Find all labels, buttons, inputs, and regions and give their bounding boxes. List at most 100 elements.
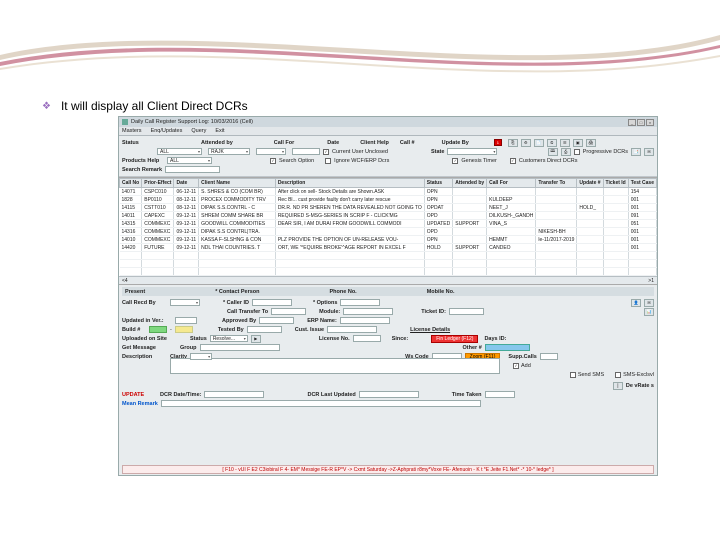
status-go-btn[interactable]: ▶: [251, 335, 261, 343]
progressive-check[interactable]: [574, 149, 580, 155]
toolbar-btn-7[interactable]: 🖨: [586, 139, 596, 147]
add-label: Add: [521, 363, 531, 369]
desc-area[interactable]: [170, 358, 500, 374]
table-row[interactable]: 14315COMMEXC09-12-11GOODWILL COMMODITIES…: [120, 220, 657, 228]
minimize-button[interactable]: _: [628, 119, 636, 126]
table-row: [120, 252, 657, 260]
sms-excl-check[interactable]: [615, 372, 621, 378]
group-input[interactable]: [200, 344, 280, 351]
table-row[interactable]: 14316COMMEXC09-12-11DIPAK S.S CONTRL|TRA…: [120, 228, 657, 236]
call-for-select[interactable]: [256, 148, 286, 155]
dcr-date-label: DCR Date/Time:: [160, 392, 201, 398]
progressive-label: Progressive DCRs: [583, 149, 628, 155]
menu-enq[interactable]: Enq/Updates: [151, 128, 183, 134]
send-sms-check[interactable]: [570, 372, 576, 378]
cust-issue-input[interactable]: [327, 326, 377, 333]
build-input-2[interactable]: [175, 326, 193, 333]
module-input[interactable]: [343, 308, 393, 315]
grid-nav-right[interactable]: >1: [648, 278, 654, 284]
state-label: State: [431, 149, 444, 155]
help-strip: [ F10 - vUI F E2 C3iobiral F 4- EM* Mess…: [122, 465, 654, 474]
license-no-input[interactable]: [353, 335, 381, 342]
table-row[interactable]: 14011CAPEXC09-12-11SHREM COMM SHARE BRRE…: [120, 212, 657, 220]
mean-remark-input[interactable]: [161, 400, 481, 407]
table-row[interactable]: 14420FUTURE09-12-11NDL THAI COUNTRIES. T…: [120, 244, 657, 252]
call-transfer-input[interactable]: [271, 308, 306, 315]
col-attby[interactable]: Attended by: [453, 179, 487, 188]
mini-btn-1[interactable]: 🕮: [548, 148, 558, 156]
erp-name-input[interactable]: [340, 317, 390, 324]
mobile-label: Mobile No.: [427, 289, 455, 295]
status2-select[interactable]: Resolve...: [210, 335, 248, 342]
footer-btn-1[interactable]: ⎮: [613, 382, 623, 390]
uploaded-label: Uploaded on Site: [122, 336, 177, 342]
table-row[interactable]: 14115CSTT01008-12-11DIPAK S.S.CONTRL - C…: [120, 204, 657, 212]
other-input[interactable]: [485, 344, 530, 351]
ver-input[interactable]: [175, 317, 197, 324]
close-button[interactable]: ×: [646, 119, 654, 126]
col-status[interactable]: Status: [424, 179, 453, 188]
mini-btn-2[interactable]: ⎙: [561, 148, 571, 156]
toolbar-btn-1[interactable]: ⎘: [508, 139, 518, 147]
products-select[interactable]: ALL: [167, 157, 212, 164]
toolbar-btn-4[interactable]: ⏲: [547, 139, 557, 147]
dcr-last-input[interactable]: [359, 391, 419, 398]
table-row[interactable]: 14010COMMEXC09-12-11KASSA F-SLSHNG & CON…: [120, 236, 657, 244]
table-header-row: Call No Prior-Effect Date Client Name De…: [120, 179, 657, 188]
alert-counter[interactable]: 1: [494, 139, 502, 146]
side-btn-3[interactable]: 📊: [644, 308, 654, 316]
state-select[interactable]: [447, 148, 497, 155]
mini-btn-4[interactable]: ✉: [644, 148, 654, 156]
col-update[interactable]: Update #: [577, 179, 603, 188]
options-input[interactable]: [340, 299, 380, 306]
toolbar-btn-3[interactable]: 📄: [534, 139, 544, 147]
toolbar-btn-2[interactable]: ⚙: [521, 139, 531, 147]
col-ticket[interactable]: Ticket Id: [603, 179, 628, 188]
ignore-label: Ignore WCF/ERP Dcrs: [334, 158, 389, 164]
col-test[interactable]: Test Case: [628, 179, 656, 188]
search-remark-input[interactable]: [165, 166, 220, 173]
search-option-check[interactable]: ✓: [270, 158, 276, 164]
toolbar-btn-6[interactable]: ▣: [573, 139, 583, 147]
mini-btn-3[interactable]: 📑: [631, 148, 641, 156]
col-date[interactable]: Date: [174, 179, 199, 188]
table-row[interactable]: 14071CSPC01006-12-11S. SHRES & CO (COM B…: [120, 188, 657, 196]
tested-by-input[interactable]: [247, 326, 282, 333]
status-select[interactable]: ALL: [157, 148, 202, 155]
col-transfer[interactable]: Transfer To: [536, 179, 577, 188]
fin-ledger-button[interactable]: Fin Ledger (F12): [431, 335, 478, 343]
col-prior[interactable]: Prior-Effect: [142, 179, 174, 188]
clarity-select[interactable]: [190, 353, 212, 360]
table-row[interactable]: 1828BP011008-12-11PROCEX COMMODITY TRVRe…: [120, 196, 657, 204]
grid-nav-left[interactable]: <4: [122, 278, 128, 284]
detail-panel: Present * Contact Person Phone No. Mobil…: [119, 285, 657, 410]
supp-calls-input[interactable]: [540, 353, 558, 360]
approved-by-input[interactable]: [259, 317, 294, 324]
col-callno[interactable]: Call No: [120, 179, 142, 188]
genesis-timer-check[interactable]: ✓: [452, 158, 458, 164]
add-check[interactable]: ✓: [513, 363, 519, 369]
side-btn-1[interactable]: 👤: [631, 299, 641, 307]
dcr-date-input[interactable]: [204, 391, 264, 398]
caller-id-input[interactable]: [252, 299, 292, 306]
menu-query[interactable]: Query: [191, 128, 206, 134]
col-desc[interactable]: Description: [275, 179, 424, 188]
call-recd-by-select[interactable]: [170, 299, 200, 306]
col-callfor[interactable]: Call For: [487, 179, 536, 188]
date-input[interactable]: [292, 148, 320, 155]
menu-exit[interactable]: Exit: [215, 128, 224, 134]
other-label: Other #: [463, 345, 482, 351]
maximize-button[interactable]: □: [637, 119, 645, 126]
ignore-check[interactable]: [325, 158, 331, 164]
attended-by-select[interactable]: RAJK: [208, 148, 250, 155]
current-user-check[interactable]: ✓: [323, 149, 329, 155]
col-client[interactable]: Client Name: [199, 179, 276, 188]
side-btn-2[interactable]: ✉: [644, 299, 654, 307]
time-taken-input[interactable]: [485, 391, 515, 398]
window-icon: [122, 119, 128, 125]
customers-direct-check[interactable]: ✓: [510, 158, 516, 164]
build-input-1[interactable]: [149, 326, 167, 333]
toolbar-btn-5[interactable]: ☰: [560, 139, 570, 147]
menu-masters[interactable]: Masters: [122, 128, 142, 134]
ticket-id-input[interactable]: [449, 308, 484, 315]
